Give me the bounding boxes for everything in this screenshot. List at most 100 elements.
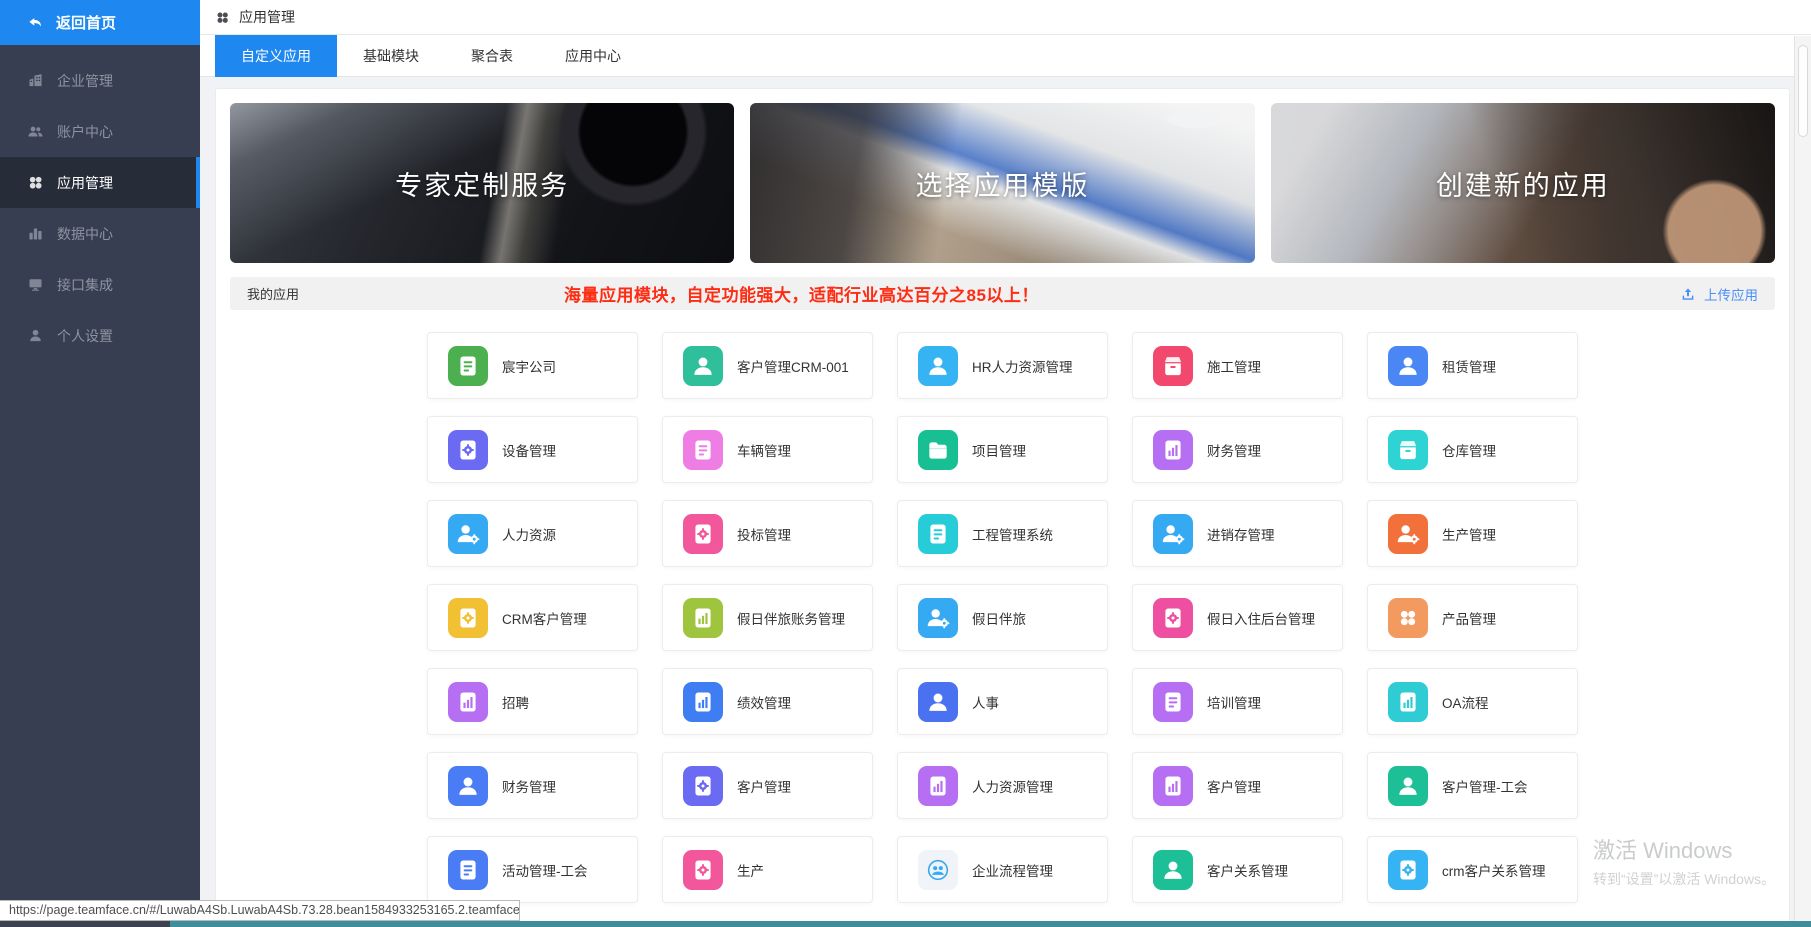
back-to-home-label: 返回首页 [56,15,117,32]
app-card[interactable]: 假日伴旅账务管理 [662,584,873,651]
app-card[interactable]: 投标管理 [662,500,873,567]
person-icon [27,327,44,344]
app-card[interactable]: 设备管理 [427,416,638,483]
app-card[interactable]: 进销存管理 [1132,500,1343,567]
app-card-label: 车辆管理 [737,443,791,459]
app-card[interactable]: 生产管理 [1367,500,1578,567]
tab-自定义应用[interactable]: 自定义应用 [215,35,337,77]
app-card[interactable]: OA流程 [1367,668,1578,735]
app-card[interactable]: 企业流程管理 [897,836,1108,903]
app-card[interactable]: 工程管理系统 [897,500,1108,567]
app-card[interactable]: 客户管理 [1132,752,1343,819]
vertical-scrollbar[interactable] [1794,36,1811,921]
app-card[interactable]: CRM客户管理 [427,584,638,651]
app-management-page: 返回首页 企业管理 账户中心 应用管理 数据中心 接口集成 个人设置 应用管理 自定义应用… [0,0,1811,927]
taskbar-edge [0,921,1811,927]
app-card-label: 财务管理 [502,779,556,795]
chart-icon [918,765,958,806]
app-card[interactable]: 施工管理 [1132,332,1343,399]
app-card-label: 施工管理 [1207,359,1261,375]
app-card[interactable]: 租赁管理 [1367,332,1578,399]
app-card-label: 客户管理-工会 [1442,779,1528,795]
app-card-label: 假日伴旅账务管理 [737,611,845,627]
app-card[interactable]: HR人力资源管理 [897,332,1108,399]
app-card[interactable]: 招聘 [427,668,638,735]
chart-icon [448,681,488,722]
app-card-label: 生产 [737,863,764,879]
app-card-label: 财务管理 [1207,443,1261,459]
app-card-label: 活动管理-工会 [502,863,588,879]
app-card[interactable]: crm客户关系管理 [1367,836,1578,903]
app-card[interactable]: 仓库管理 [1367,416,1578,483]
scrollbar-thumb[interactable] [1798,45,1808,137]
upload-app-button[interactable]: 上传应用 [1680,284,1758,304]
banner-laptop-webpage-template-photo[interactable]: 选择应用模版 [750,103,1255,263]
app-card-label: OA流程 [1442,695,1489,711]
sidebar-item-应用管理[interactable]: 应用管理 [0,157,200,208]
tab-应用中心[interactable]: 应用中心 [539,35,647,77]
sidebar-item-个人设置[interactable]: 个人设置 [0,310,200,361]
gear-icon [448,597,488,638]
app-card[interactable]: 客户管理-工会 [1367,752,1578,819]
app-card-label: 客户管理CRM-001 [737,359,849,375]
back-to-home-button[interactable]: 返回首页 [0,0,200,45]
gear-icon [683,849,723,890]
doc-icon [448,345,488,386]
sidebar-item-数据中心[interactable]: 数据中心 [0,208,200,259]
banner-tablet-in-hands-photo[interactable]: 创建新的应用 [1270,103,1775,263]
app-card-label: 租赁管理 [1442,359,1496,375]
banner-title: 选择应用模版 [915,170,1090,201]
app-card[interactable]: 项目管理 [897,416,1108,483]
user-icon [918,345,958,386]
app-card[interactable]: 人力资源 [427,500,638,567]
app-card[interactable]: 假日伴旅 [897,584,1108,651]
banner-title: 创建新的应用 [1435,170,1610,201]
app-card[interactable]: 车辆管理 [662,416,873,483]
app-card[interactable]: 绩效管理 [662,668,873,735]
banner-dark-desk-camera-pen-photo[interactable]: 专家定制服务 [230,103,735,263]
app-card[interactable]: 客户关系管理 [1132,836,1343,903]
app-card-label: CRM客户管理 [502,611,587,627]
app-card-label: 假日入住后台管理 [1207,611,1315,627]
app-card[interactable]: 假日入住后台管理 [1132,584,1343,651]
app-card[interactable]: 活动管理-工会 [427,836,638,903]
app-card[interactable]: 客户管理CRM-001 [662,332,873,399]
banner-title: 专家定制服务 [395,170,570,201]
app-card[interactable]: 人事 [897,668,1108,735]
app-card[interactable]: 产品管理 [1367,584,1578,651]
sidebar-item-企业管理[interactable]: 企业管理 [0,55,200,106]
page-header: 应用管理 [200,0,1811,35]
app-card[interactable]: 财务管理 [1132,416,1343,483]
user-icon [448,765,488,806]
app-card[interactable]: 宸宇公司 [427,332,638,399]
back-icon [26,14,44,32]
users-circle-icon [918,849,958,890]
sidebar: 返回首页 企业管理 账户中心 应用管理 数据中心 接口集成 个人设置 [0,0,200,927]
tab-基础模块[interactable]: 基础模块 [337,35,445,77]
upload-app-label: 上传应用 [1704,287,1758,303]
app-card[interactable]: 人力资源管理 [897,752,1108,819]
app-card-label: 产品管理 [1442,611,1496,627]
user-icon [1388,345,1428,386]
doc-icon [683,429,723,470]
sidebar-item-接口集成[interactable]: 接口集成 [0,259,200,310]
app-card-label: 客户管理 [737,779,791,795]
app-card-label: 客户关系管理 [1207,863,1288,879]
app-card[interactable]: 生产 [662,836,873,903]
chart-icon [1153,765,1193,806]
box-icon [1388,429,1428,470]
chart-icon [683,681,723,722]
tab-聚合表[interactable]: 聚合表 [445,35,539,77]
user-gear-icon [918,597,958,638]
users-icon [27,123,44,140]
promo-notice-text: 海量应用模块，自定功能强大，适配行业高达百分之85以上！ [564,286,1039,305]
app-card[interactable]: 客户管理 [662,752,873,819]
gear-icon [683,513,723,554]
sidebar-item-账户中心[interactable]: 账户中心 [0,106,200,157]
app-card[interactable]: 财务管理 [427,752,638,819]
app-card-label: 人力资源 [502,527,556,543]
user-icon [1153,849,1193,890]
chart-icon [683,597,723,638]
app-card-label: 人力资源管理 [972,779,1053,795]
app-card[interactable]: 培训管理 [1132,668,1343,735]
